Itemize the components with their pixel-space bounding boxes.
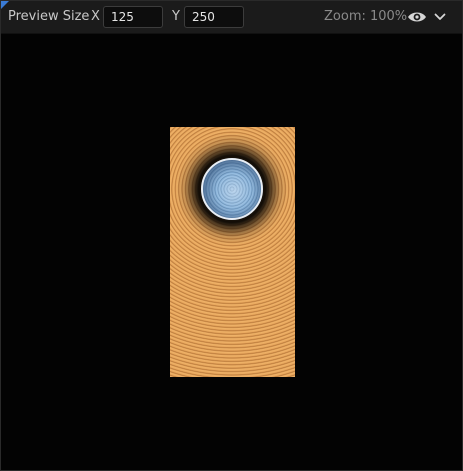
visibility-options-button[interactable] bbox=[406, 7, 448, 27]
preview-size-label: Preview Size bbox=[8, 9, 90, 24]
preview-viewport[interactable] bbox=[1, 34, 462, 470]
material-preview-panel: Preview Size X Y Zoom: 100% bbox=[0, 0, 463, 471]
chevron-down-icon bbox=[434, 13, 446, 20]
panel-corner-marker bbox=[1, 1, 9, 9]
material-preview-canvas bbox=[170, 127, 295, 377]
y-label: Y bbox=[172, 9, 180, 24]
zoom-level-label: Zoom: 100% bbox=[324, 9, 408, 24]
preview-sphere bbox=[201, 158, 263, 220]
preview-height-input[interactable] bbox=[184, 6, 244, 28]
eye-icon bbox=[408, 12, 426, 22]
preview-toolbar: Preview Size X Y Zoom: 100% bbox=[1, 1, 462, 34]
x-label: X bbox=[91, 9, 100, 24]
preview-width-input[interactable] bbox=[103, 6, 163, 28]
